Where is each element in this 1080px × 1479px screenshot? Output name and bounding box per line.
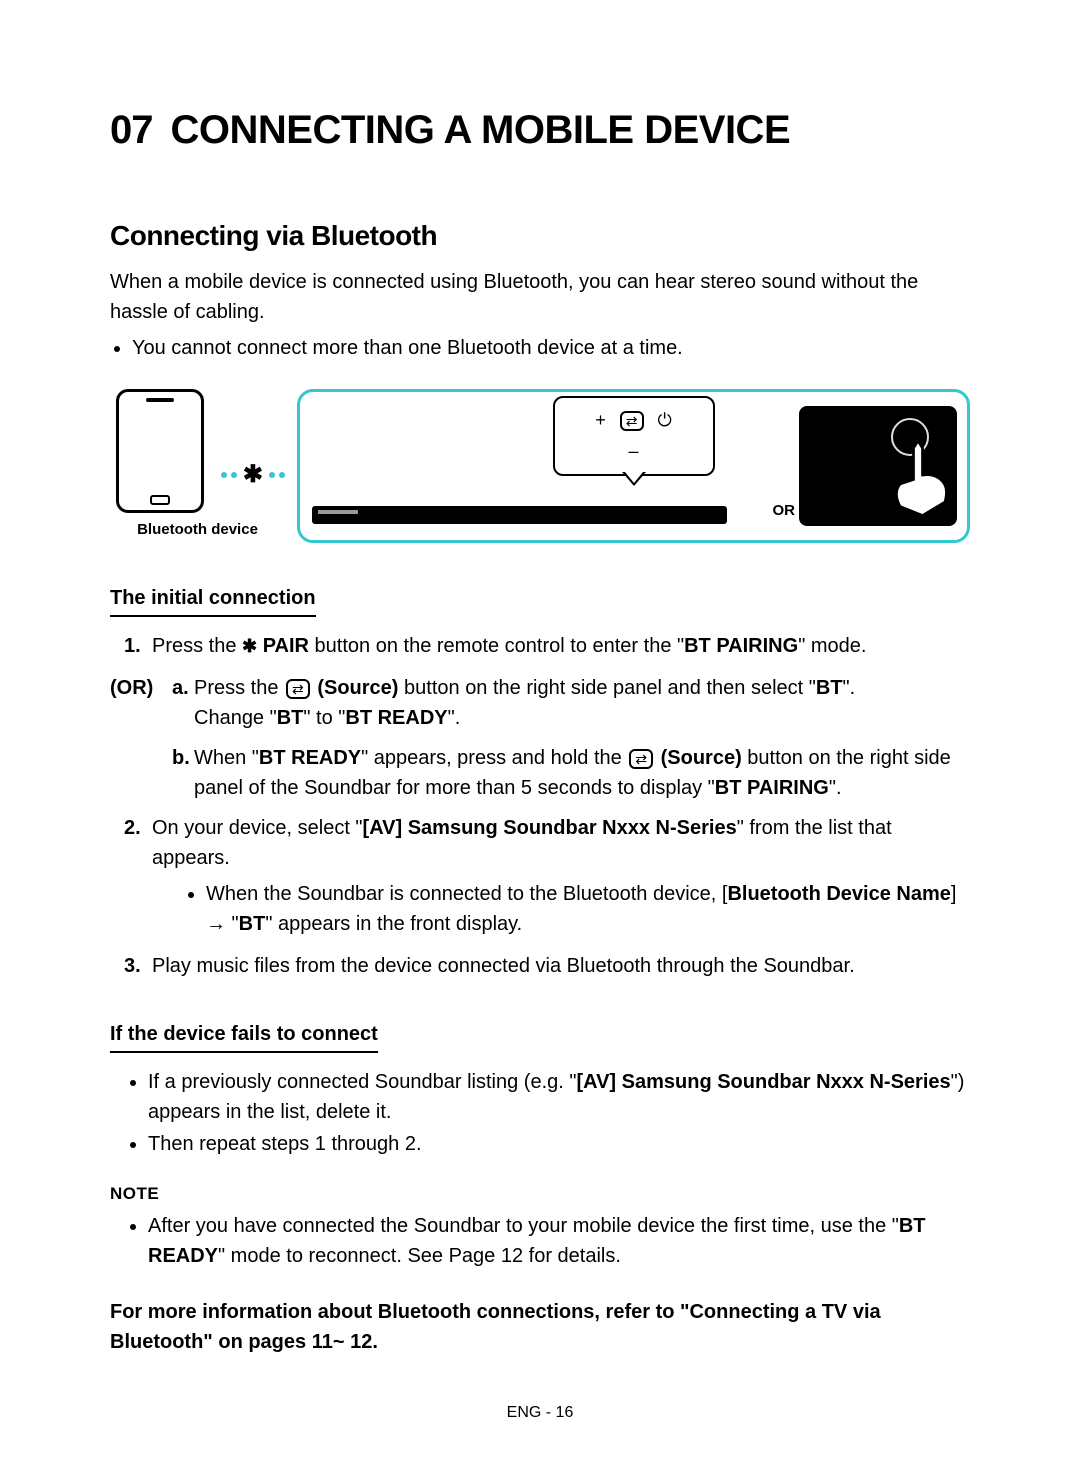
step-2-bullets: When the Soundbar is connected to the Bl… — [206, 879, 970, 939]
fails-item-2: Then repeat steps 1 through 2. — [148, 1129, 970, 1159]
note-item: After you have connected the Soundbar to… — [148, 1211, 970, 1271]
limitation-list: You cannot connect more than one Bluetoo… — [132, 333, 970, 363]
intro-text: When a mobile device is connected using … — [110, 267, 970, 327]
page-footer: ENG - 16 — [0, 1401, 1080, 1425]
diagram: ✱ Bluetooth device + ⇄ ⏻ – OR — [110, 389, 970, 543]
hand-icon — [873, 430, 957, 520]
chapter-number: 07 — [110, 100, 153, 160]
step-num: 1. — [124, 631, 141, 661]
chapter-header: 07 CONNECTING A MOBILE DEVICE — [110, 100, 970, 160]
step-1: 1. Press the ✱ PAIR button on the remote… — [110, 631, 970, 661]
step-2-bullet: When the Soundbar is connected to the Bl… — [206, 879, 970, 939]
substep-a: a. Press the ⇄ (Source) button on the ri… — [172, 673, 970, 733]
fails-heading: If the device fails to connect — [110, 1019, 378, 1053]
chapter-title: CONNECTING A MOBILE DEVICE — [171, 108, 791, 152]
step-num: 3. — [124, 951, 141, 981]
soundbar-icon — [312, 506, 727, 524]
phone-icon — [116, 389, 204, 513]
touch-panel-icon — [799, 406, 957, 526]
section-heading: Connecting via Bluetooth — [110, 215, 970, 257]
steps-list: 1. Press the ✱ PAIR button on the remote… — [110, 631, 970, 661]
substeps: (OR) a. Press the ⇄ (Source) button on t… — [110, 673, 970, 803]
step-3: 3. Play music files from the device conn… — [110, 951, 970, 981]
bluetooth-dots: ✱ — [221, 437, 285, 513]
step-2: 2. On your device, select "[AV] Samsung … — [110, 813, 970, 939]
fails-item-1: If a previously connected Soundbar listi… — [148, 1067, 970, 1127]
callout-minus-icon: – — [628, 438, 638, 465]
callout-power-icon: ⏻ — [658, 407, 672, 434]
more-info: For more information about Bluetooth con… — [110, 1297, 970, 1357]
step-num: 2. — [124, 813, 141, 843]
fails-section: If the device fails to connect If a prev… — [110, 1009, 970, 1159]
substep-b: b. When "BT READY" appears, press and ho… — [172, 743, 970, 803]
callout-plus-icon: + — [595, 407, 606, 434]
initial-heading: The initial connection — [110, 583, 316, 617]
diagram-soundbar-panel: + ⇄ ⏻ – OR — [297, 389, 970, 543]
fails-list: If a previously connected Soundbar listi… — [148, 1067, 970, 1159]
diagram-phone-section: ✱ Bluetooth device — [110, 389, 285, 543]
note-heading: NOTE — [110, 1181, 970, 1207]
bt-pair-icon: ✱ — [242, 636, 257, 656]
source-icon: ⇄ — [629, 749, 653, 769]
bluetooth-icon: ✱ — [243, 457, 263, 493]
or-vertical: (OR) — [110, 673, 153, 703]
page: 07 CONNECTING A MOBILE DEVICE Connecting … — [0, 0, 1080, 1479]
or-label: OR — [773, 500, 796, 523]
callout-source-icon: ⇄ — [620, 411, 644, 431]
substep-letter: a. — [172, 673, 189, 703]
source-icon: ⇄ — [286, 679, 310, 699]
note-list: After you have connected the Soundbar to… — [148, 1211, 970, 1271]
steps-list-2: 2. On your device, select "[AV] Samsung … — [110, 813, 970, 981]
substep-letter: b. — [172, 743, 190, 773]
callout-bubble: + ⇄ ⏻ – — [553, 396, 715, 476]
limitation-item: You cannot connect more than one Bluetoo… — [132, 333, 970, 363]
bt-device-label: Bluetooth device — [110, 519, 285, 542]
